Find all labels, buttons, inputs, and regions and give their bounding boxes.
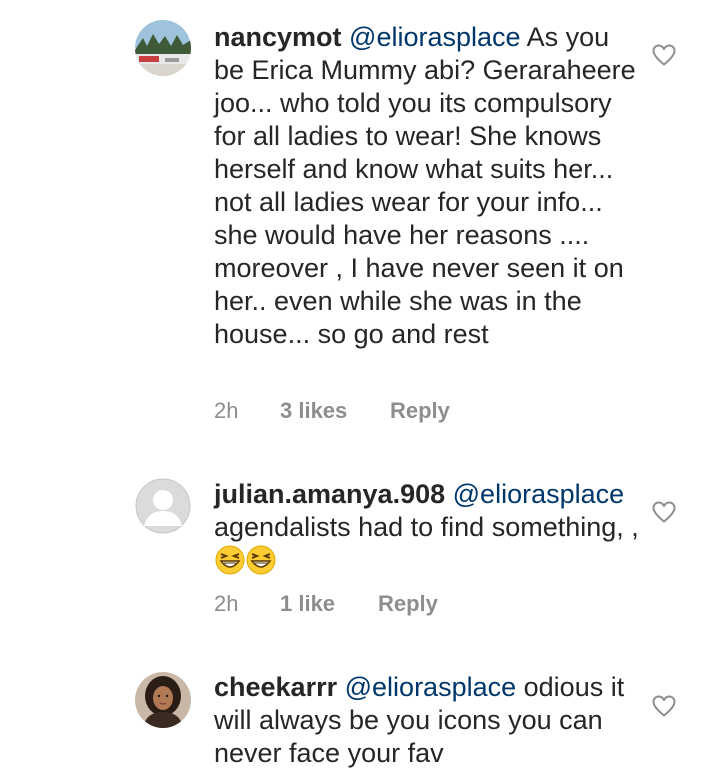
heart-icon[interactable] (651, 43, 677, 67)
avatar[interactable] (135, 672, 191, 728)
comment-time: 2h (214, 398, 239, 423)
comment-body: As you be Erica Mummy abi? Geraraheere j… (214, 22, 636, 349)
comment-likes[interactable]: 3 likes (280, 398, 347, 424)
heart-icon[interactable] (651, 694, 677, 718)
grinning-squinting-face-icon (215, 545, 245, 575)
comment-username[interactable]: cheekarrr (214, 672, 337, 702)
grinning-squinting-face-icon (246, 545, 276, 575)
comment-likes[interactable]: 1 like (280, 591, 335, 617)
comment-time: 2h (214, 591, 239, 616)
avatar[interactable] (135, 20, 191, 76)
reply-button[interactable]: Reply (378, 591, 438, 617)
avatar[interactable] (135, 478, 191, 534)
comment-username[interactable]: nancymot (214, 22, 342, 52)
comment-text: nancymot @eliorasplace As you be Erica M… (214, 21, 644, 351)
comment-mention[interactable]: @eliorasplace (349, 22, 521, 52)
comment-body: agendalists had to find something, , (214, 512, 639, 542)
comment-mention[interactable]: @eliorasplace (345, 672, 517, 702)
comment-text: cheekarrr @eliorasplace odious it will a… (214, 671, 644, 770)
comment-username[interactable]: julian.amanya.908 (214, 479, 445, 509)
comment-text: julian.amanya.908 @eliorasplace agendali… (214, 478, 644, 577)
comment-mention[interactable]: @eliorasplace (453, 479, 625, 509)
reply-button[interactable]: Reply (390, 398, 450, 424)
heart-icon[interactable] (651, 500, 677, 524)
